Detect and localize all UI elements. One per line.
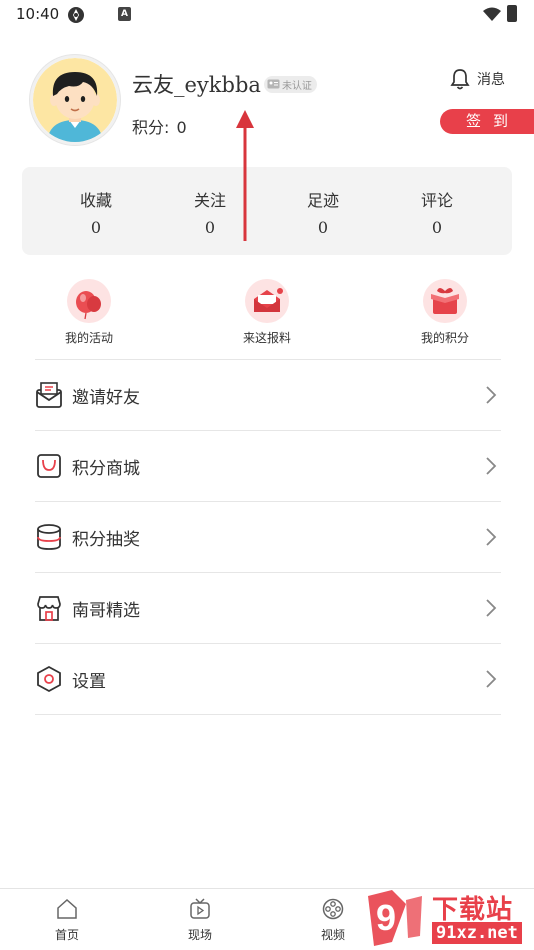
watermark-brand: 下载站 bbox=[432, 895, 514, 925]
battery-icon bbox=[507, 5, 517, 22]
tv-icon bbox=[190, 898, 210, 919]
chevron-right-icon bbox=[486, 528, 497, 546]
chevron-right-icon bbox=[486, 670, 497, 688]
giftbox-icon bbox=[423, 279, 467, 323]
stat-value: 0 bbox=[317, 218, 329, 237]
menu-label: 邀请好友 bbox=[72, 388, 140, 408]
balloon-icon bbox=[67, 279, 111, 323]
stat-favorites[interactable]: 收藏 0 bbox=[56, 187, 136, 237]
points-label: 积分: bbox=[132, 118, 170, 137]
avatar-cartoon-boy bbox=[33, 58, 117, 142]
menu-item-points-mall[interactable]: 积分商城 bbox=[35, 431, 501, 502]
menu-label: 积分抽奖 bbox=[72, 530, 140, 550]
watermark-logo: 9 bbox=[368, 890, 422, 946]
sync-status-icon bbox=[68, 7, 84, 23]
quick-submit-tip[interactable]: 来这报料 bbox=[217, 279, 317, 346]
stat-label: 收藏 bbox=[79, 191, 112, 210]
settings-hexagon-icon bbox=[37, 665, 61, 693]
username-row: 云友_eykbba 未认证 bbox=[132, 70, 317, 98]
chevron-right-icon bbox=[486, 457, 497, 475]
watermark-logo-digit: 9 bbox=[376, 897, 396, 938]
id-card-icon bbox=[267, 79, 280, 89]
mailbox-icon bbox=[245, 279, 289, 323]
quick-my-activities[interactable]: 我的活动 bbox=[39, 279, 139, 346]
envelope-icon bbox=[36, 382, 62, 408]
avatar[interactable] bbox=[30, 55, 120, 145]
quick-my-points[interactable]: 我的积分 bbox=[395, 279, 495, 346]
stat-value: 0 bbox=[431, 218, 443, 237]
watermark: 9 下载站 91xz.net bbox=[362, 886, 534, 950]
quick-label: 来这报料 bbox=[242, 331, 291, 345]
stats-card: 收藏 0 关注 0 足迹 0 评论 0 bbox=[22, 167, 512, 255]
film-reel-icon bbox=[322, 898, 344, 920]
menu-item-nange-picks[interactable]: 南哥精选 bbox=[35, 573, 501, 644]
bell-icon bbox=[450, 69, 470, 90]
stat-value: 0 bbox=[90, 218, 102, 237]
status-bar: 10:40 A bbox=[0, 0, 534, 30]
quick-label: 我的活动 bbox=[64, 331, 113, 345]
stat-comments[interactable]: 评论 0 bbox=[397, 187, 477, 237]
nav-label: 首页 bbox=[54, 928, 79, 942]
menu-label: 设置 bbox=[72, 672, 106, 692]
notification-a-icon: A bbox=[118, 7, 131, 21]
checkin-button[interactable]: 签到 bbox=[440, 109, 534, 134]
menu-item-settings[interactable]: 设置 bbox=[35, 644, 501, 715]
menu-item-points-lottery[interactable]: 积分抽奖 bbox=[35, 502, 501, 573]
database-icon bbox=[37, 524, 61, 550]
verify-badge-label: 未认证 bbox=[281, 80, 312, 92]
points-line: 积分: 0 bbox=[132, 114, 189, 138]
chevron-right-icon bbox=[486, 599, 497, 617]
stat-footprints[interactable]: 足迹 0 bbox=[283, 187, 363, 237]
stat-label: 足迹 bbox=[306, 191, 339, 210]
stat-label: 评论 bbox=[420, 191, 453, 210]
message-label: 消息 bbox=[477, 72, 505, 88]
menu-label: 积分商城 bbox=[72, 459, 140, 479]
nav-label: 视频 bbox=[320, 928, 345, 942]
home-icon bbox=[57, 898, 77, 919]
chevron-right-icon bbox=[486, 386, 497, 404]
nav-live[interactable]: 现场 bbox=[170, 897, 230, 943]
menu-label: 南哥精选 bbox=[72, 601, 140, 621]
nav-video[interactable]: 视频 bbox=[303, 897, 363, 943]
watermark-url: 91xz.net bbox=[432, 922, 522, 944]
status-time: 10:40 bbox=[16, 5, 60, 23]
nav-home[interactable]: 首页 bbox=[37, 897, 97, 943]
wifi-icon bbox=[483, 7, 501, 21]
verify-badge[interactable]: 未认证 bbox=[263, 75, 317, 93]
store-icon bbox=[37, 596, 61, 621]
message-button[interactable]: 消息 bbox=[450, 68, 505, 90]
menu-item-invite-friends[interactable]: 邀请好友 bbox=[35, 360, 501, 431]
points-value: 0 bbox=[176, 118, 187, 137]
shopping-bag-icon bbox=[37, 454, 61, 478]
nav-label: 现场 bbox=[187, 928, 212, 942]
username: 云友_eykbba bbox=[132, 73, 261, 97]
quick-label: 我的积分 bbox=[420, 331, 469, 345]
annotation-arrow bbox=[236, 110, 254, 241]
